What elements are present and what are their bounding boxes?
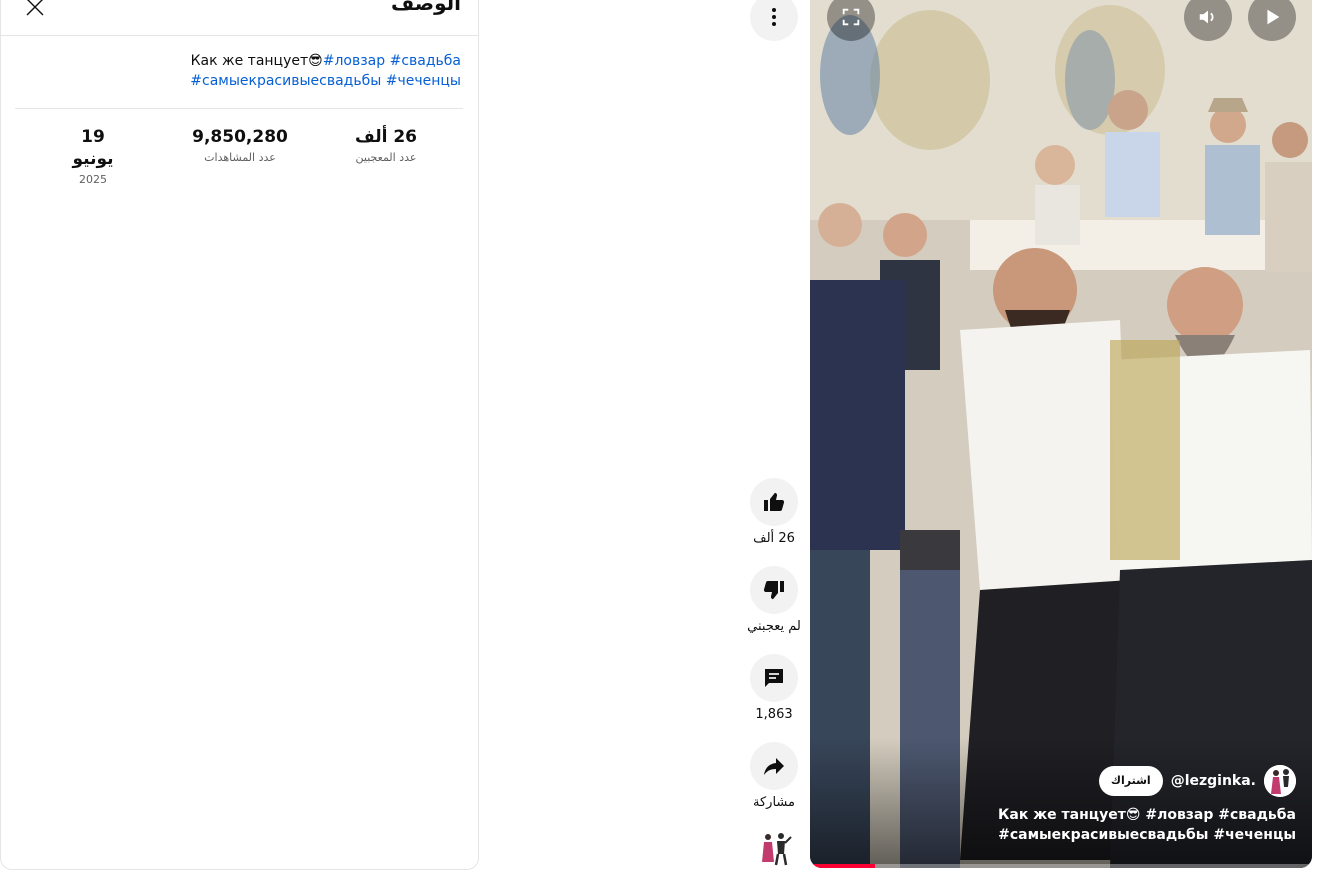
channel-thumbnail[interactable]: [754, 828, 794, 868]
channel-avatar-image: [1264, 765, 1296, 797]
date-stat: 19 يونيو 2025: [58, 126, 128, 188]
hashtag-link[interactable]: #самыекрасивыесвадьбы: [190, 73, 381, 89]
share-label: مشاركة: [753, 795, 795, 810]
video-player[interactable]: @lezginka. اشتراك Как же танцует😎 #ловза…: [810, 0, 1312, 868]
subscribe-button[interactable]: اشتراك: [1098, 766, 1163, 796]
comments-count: 1,863: [755, 707, 793, 722]
shorts-page: الوصف Как же танцует😎#ловзар #свадьба #с…: [0, 0, 1337, 872]
description-text: Как же танцует😎#ловзар #свадьба #самыекр…: [21, 51, 461, 91]
views-stat: 9,850,280 عدد المشاهدات: [180, 126, 300, 166]
close-icon: [26, 0, 44, 16]
thumb-down-icon: [763, 581, 784, 600]
likes-stat-value: 26 ألف: [354, 127, 418, 147]
more-vert-icon: [772, 8, 776, 26]
date-stat-value: 19 يونيو: [72, 127, 114, 169]
date-stat-year: 2025: [79, 173, 107, 186]
description-title: الوصف: [390, 0, 461, 15]
share-icon: [764, 758, 784, 775]
play-icon: [1267, 9, 1280, 25]
fullscreen-icon: [842, 8, 860, 26]
volume-icon: [1199, 10, 1214, 24]
dancers-thumbnail-image: [754, 828, 794, 868]
views-stat-value: 9,850,280: [192, 127, 288, 147]
hashtag-link[interactable]: #ловзар: [323, 53, 385, 69]
dislike-label: لم يعجبني: [747, 619, 801, 634]
like-count: 26 ألف: [753, 531, 795, 546]
like-button[interactable]: [750, 478, 798, 526]
likes-stat: 26 ألف عدد المعجبين: [346, 126, 426, 166]
channel-handle[interactable]: @lezginka.: [1171, 773, 1256, 789]
description-header: الوصف: [1, 0, 478, 36]
thumb-up-icon: [764, 492, 785, 511]
comments-button[interactable]: [750, 654, 798, 702]
views-stat-label: عدد المشاهدات: [204, 151, 276, 164]
comment-icon: [765, 669, 783, 687]
video-channel-bar: @lezginka. اشتراك: [1098, 765, 1296, 797]
description-plain-text: Как же танцует😎: [190, 53, 323, 69]
likes-stat-label: عدد المعجبين: [355, 151, 417, 164]
video-progress-fill: [810, 864, 876, 868]
dislike-button[interactable]: [750, 566, 798, 614]
close-button[interactable]: [23, 0, 47, 19]
video-bottom-gradient: [810, 738, 1312, 868]
video-caption[interactable]: Как же танцует😎 #ловзар #свадьба #самыек…: [856, 805, 1296, 845]
hashtag-link[interactable]: #свадьба: [390, 53, 461, 69]
description-divider: [15, 108, 463, 109]
share-button[interactable]: [750, 742, 798, 790]
more-options-button[interactable]: [750, 0, 798, 41]
hashtag-link[interactable]: #чеченцы: [386, 73, 461, 89]
video-progress-bar[interactable]: [810, 864, 1312, 868]
description-panel: الوصف Как же танцует😎#ловзар #свадьба #с…: [0, 0, 479, 870]
channel-avatar[interactable]: [1264, 765, 1296, 797]
